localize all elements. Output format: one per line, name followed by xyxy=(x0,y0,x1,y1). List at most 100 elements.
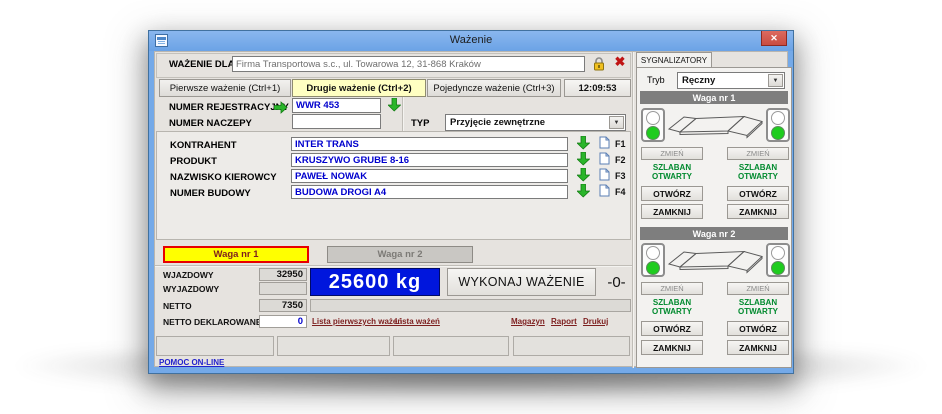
scale2-right-zamknij-button[interactable]: ZAMKNIJ xyxy=(727,340,789,355)
scale1-header: Waga nr 1 xyxy=(640,91,788,104)
scale1-left-traffic-light xyxy=(641,108,665,142)
kontrahent-dropdown-arrow-icon[interactable] xyxy=(577,136,590,150)
tryb-combobox[interactable]: Ręczny ▼ xyxy=(677,72,785,89)
kierowca-document-icon[interactable] xyxy=(599,168,610,181)
client-area: WAŻENIE DLA ✖ Pierwsze ważenie (Ctrl+1) … xyxy=(154,51,788,367)
scale2-weighbridge-drawing xyxy=(667,243,765,277)
weighing-window: Ważenie ✕ WAŻENIE DLA ✖ Pierwsze ważenie… xyxy=(148,30,794,374)
help-online-link[interactable]: POMOC ON-LINE xyxy=(159,358,224,367)
kontrahent-fkey: F1 xyxy=(615,139,626,149)
kierowca-input[interactable] xyxy=(291,169,568,183)
kierowca-fkey: F3 xyxy=(615,171,626,181)
kontrahent-document-icon[interactable] xyxy=(599,136,610,149)
budowa-dropdown-arrow-icon[interactable] xyxy=(577,184,590,198)
budowa-fkey: F4 xyxy=(615,187,626,197)
red-lamp-off xyxy=(771,111,785,125)
kontrahent-input[interactable] xyxy=(291,137,568,151)
close-button[interactable]: ✕ xyxy=(761,31,787,46)
trailer-number-label: NUMER NACZEPY xyxy=(169,118,252,129)
green-lamp-on xyxy=(646,126,660,140)
scale2-left-zamknij-button[interactable]: ZAMKNIJ xyxy=(641,340,703,355)
scale1-left-zmien-button[interactable]: ZMIEŃ xyxy=(641,147,703,160)
kierowca-label: NAZWISKO KIEROWCY xyxy=(170,172,277,183)
lock-icon[interactable] xyxy=(593,57,605,71)
scale2-right-zmien-button[interactable]: ZMIEŃ xyxy=(727,282,789,295)
tab-sygnalizatory[interactable]: SYGNALIZATORY xyxy=(636,52,712,68)
scale2-left-zmien-button[interactable]: ZMIEŃ xyxy=(641,282,703,295)
status-box-3 xyxy=(393,336,509,356)
perform-weighing-button[interactable]: WYKONAJ WAŻENIE xyxy=(447,268,596,296)
wjazdowy-label: WJAZDOWY xyxy=(163,270,214,280)
fields-group: KONTRAHENT F1 PRODUKT F2 NAZWISKO KIEROW… xyxy=(156,131,631,240)
scale1-right-otworz-button[interactable]: OTWÓRZ xyxy=(727,186,789,201)
red-lamp-off xyxy=(771,246,785,260)
scale2-header: Waga nr 2 xyxy=(640,227,788,240)
scale1-left-barrier-status: SZLABAN OTWARTY xyxy=(641,163,703,181)
titlebar: Ważenie ✕ xyxy=(149,31,793,51)
produkt-label: PRODUKT xyxy=(170,156,217,167)
vertical-divider xyxy=(402,97,403,131)
scale1-right-traffic-light xyxy=(766,108,790,142)
budowa-document-icon[interactable] xyxy=(599,184,610,197)
green-lamp-on xyxy=(771,126,785,140)
reg-dropdown-arrow-icon[interactable] xyxy=(388,98,401,112)
scale-tab-waga2[interactable]: Waga nr 2 xyxy=(327,246,473,263)
scale1-right-barrier-status: SZLABAN OTWARTY xyxy=(727,163,789,181)
reg-number-label: NUMER REJESTRACYJNY xyxy=(169,102,289,113)
budowa-label: NUMER BUDOWY xyxy=(170,188,251,199)
typ-combobox[interactable]: Przyjęcie zewnętrzne ▼ xyxy=(445,114,626,131)
chevron-down-icon[interactable]: ▼ xyxy=(768,74,783,87)
scale2-left-barrier-status: SZLABAN OTWARTY xyxy=(641,298,703,316)
link-drukuj[interactable]: Drukuj xyxy=(583,317,608,326)
tab-single-weighing[interactable]: Pojedyncze ważenie (Ctrl+3) xyxy=(427,79,561,97)
scale2-right-traffic-light xyxy=(766,243,790,277)
arrow-right-icon xyxy=(274,101,288,114)
tab-first-weighing[interactable]: Pierwsze ważenie (Ctrl+1) xyxy=(159,79,291,97)
netto-deklarowane-input[interactable]: 0 xyxy=(259,315,307,328)
scale1-weighbridge-drawing xyxy=(667,108,765,142)
green-lamp-on xyxy=(771,261,785,275)
panel-divider xyxy=(632,52,633,368)
wazenie-dla-label: WAŻENIE DLA xyxy=(169,59,234,70)
scale-tab-waga1[interactable]: Waga nr 1 xyxy=(163,246,309,263)
green-lamp-on xyxy=(646,261,660,275)
signal-panel: Tryb Ręczny ▼ Waga nr 1 xyxy=(636,67,792,368)
scale2-left-traffic-light xyxy=(641,243,665,277)
clock: 12:09:53 xyxy=(564,79,631,97)
link-weighings[interactable]: Lista ważeń xyxy=(395,317,440,326)
wjazdowy-value: 32950 xyxy=(259,268,307,281)
clear-contractor-icon[interactable]: ✖ xyxy=(613,55,627,69)
reg-number-input[interactable] xyxy=(292,98,381,113)
tab-second-weighing[interactable]: Drugie ważenie (Ctrl+2) xyxy=(292,79,426,97)
link-raport[interactable]: Raport xyxy=(551,317,577,326)
divider xyxy=(155,265,632,266)
red-lamp-off xyxy=(646,111,660,125)
budowa-input[interactable] xyxy=(291,185,568,199)
trailer-number-input[interactable] xyxy=(292,114,381,129)
link-first-weighings[interactable]: Lista pierwszych ważeń xyxy=(312,317,402,326)
link-magazyn[interactable]: Magazyn xyxy=(511,317,545,326)
window-title: Ważenie xyxy=(149,34,793,46)
wazenie-dla-input[interactable] xyxy=(232,56,585,72)
scale2-right-barrier-status: SZLABAN OTWARTY xyxy=(727,298,789,316)
zero-button[interactable]: -0- xyxy=(602,268,631,296)
kierowca-dropdown-arrow-icon[interactable] xyxy=(577,168,590,182)
produkt-dropdown-arrow-icon[interactable] xyxy=(577,152,590,166)
status-box-2 xyxy=(277,336,390,356)
message-bar xyxy=(310,299,631,312)
netto-value: 7350 xyxy=(259,299,307,312)
scale1-left-otworz-button[interactable]: OTWÓRZ xyxy=(641,186,703,201)
scale2-left-otworz-button[interactable]: OTWÓRZ xyxy=(641,321,703,336)
scale1-right-zmien-button[interactable]: ZMIEŃ xyxy=(727,147,789,160)
scale2-right-otworz-button[interactable]: OTWÓRZ xyxy=(727,321,789,336)
weight-display: 25600 kg xyxy=(310,268,440,296)
scale1-right-zamknij-button[interactable]: ZAMKNIJ xyxy=(727,204,789,219)
chevron-down-icon[interactable]: ▼ xyxy=(609,116,624,129)
red-lamp-off xyxy=(646,246,660,260)
produkt-input[interactable] xyxy=(291,153,568,167)
netto-label: NETTO xyxy=(163,301,192,311)
netto-deklarowane-label: NETTO DEKLAROWANE xyxy=(163,317,262,327)
scale1-left-zamknij-button[interactable]: ZAMKNIJ xyxy=(641,204,703,219)
produkt-document-icon[interactable] xyxy=(599,152,610,165)
tryb-label: Tryb xyxy=(647,75,665,85)
